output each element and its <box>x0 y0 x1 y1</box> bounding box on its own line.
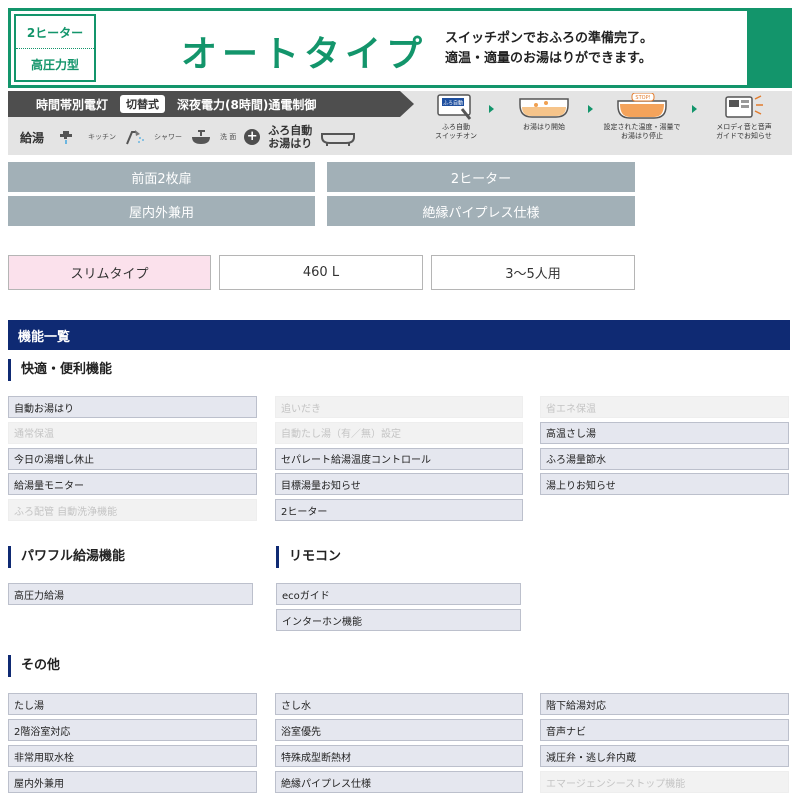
option-slim-type[interactable]: スリムタイプ <box>8 255 211 290</box>
feature-item: 屋内外兼用 <box>8 771 257 793</box>
feature-item: インターホン機能 <box>276 609 521 631</box>
step-2-label: お湯はり開始 <box>523 123 565 131</box>
spec-band: 時間帯別電灯 切替式 深夜電力(8時間)通電制御 給湯 キッチン シャワー 洗 … <box>8 91 792 155</box>
power-plan-right: 深夜電力(8時間)通電制御 <box>177 97 317 112</box>
banner-tag-heater: 2ヒーター <box>26 25 84 40</box>
bathtub-icon <box>320 128 356 146</box>
feature-item: 湯上りお知らせ <box>540 473 789 496</box>
feature-item: セパレート給湯温度コントロール <box>275 447 523 470</box>
step-arrow-icon <box>692 105 697 113</box>
feature-item: ふろ配管 自動洗浄機能 <box>8 499 257 522</box>
step-3-label: 設定された温度・湯量で お湯はり停止 <box>603 123 681 140</box>
banner-tags: 2ヒーター 高圧力型 <box>14 14 96 82</box>
feature-item: 通常保温 <box>8 421 257 444</box>
step-fill-start: お湯はり開始 <box>504 93 584 132</box>
feature-item: ふろ湯量節水 <box>540 447 789 470</box>
banner-stripe <box>747 11 789 85</box>
wash-basin-icon <box>190 128 212 146</box>
section-other-title: その他 <box>8 655 60 677</box>
feature-item: 音声ナビ <box>540 719 789 741</box>
step-arrow-icon <box>588 105 593 113</box>
option-capacity[interactable]: 460 L <box>219 255 423 290</box>
power-plan-left: 時間帯別電灯 <box>36 97 109 112</box>
section-comfort-title: 快適・便利機能 <box>8 359 112 381</box>
remote-button-text: ふろ自動 <box>443 100 463 107</box>
feature-item: 2ヒーター <box>275 499 523 522</box>
attribute-insulated-pipeless: 絶縁パイプレス仕様 <box>327 196 635 226</box>
supply-row: 給湯 キッチン シャワー 洗 面 + ふろ自動 お湯はり <box>20 123 356 151</box>
banner-title: オートタイプ <box>181 34 428 75</box>
option-household-size[interactable]: 3〜5人用 <box>431 255 635 290</box>
feature-item: 減圧弁・逃し弁内蔵 <box>540 745 789 767</box>
feature-item: 高温さし湯 <box>540 421 789 444</box>
supply-label: 給湯 <box>20 130 45 145</box>
remote-notify-icon <box>704 93 784 121</box>
feature-item: 自動たし湯（有／無）設定 <box>275 421 523 444</box>
attribute-front-doors: 前面2枚扉 <box>8 162 315 192</box>
tub-stop-icon: STOP! <box>602 93 682 121</box>
attribute-two-heater: 2ヒーター <box>327 162 635 192</box>
feature-item: 給湯量モニター <box>8 473 257 496</box>
feature-item: 浴室優先 <box>275 719 523 741</box>
step-notify: メロディ音と音声 ガイドでお知らせ <box>704 93 784 141</box>
shower-icon <box>124 128 146 146</box>
step-arrow-icon <box>489 105 494 113</box>
feature-item: エマージェンシーストップ機能 <box>540 771 789 793</box>
auto-fill-label: ふろ自動 お湯はり <box>268 124 312 150</box>
tub-filling-icon <box>504 93 584 121</box>
feature-item: 特殊成型断熱材 <box>275 745 523 767</box>
banner-tag-pressure: 高圧力型 <box>16 48 94 80</box>
feature-item: 自動お湯はり <box>8 396 257 418</box>
auto-fill-line2: お湯はり <box>268 137 313 150</box>
step-1-label: ふろ自動 スイッチオン <box>435 123 477 140</box>
section-remote-title: リモコン <box>276 546 341 568</box>
product-banner: 2ヒーター 高圧力型 オートタイプ スイッチポンでおふろの準備完了。 適温・適量… <box>8 8 792 88</box>
step-switch-on: ふろ自動 ふろ自動 スイッチオン <box>416 93 496 141</box>
auto-fill-steps: ふろ自動 ふろ自動 スイッチオン お湯はり開始 STOP! 設定された温度・湯量で… <box>416 93 776 153</box>
step-4-label: メロディ音と音声 ガイドでお知らせ <box>716 123 772 140</box>
feature-item: 2階浴室対応 <box>8 719 257 741</box>
features-header: 機能一覧 <box>8 320 790 350</box>
banner-tagline: スイッチポンでおふろの準備完了。 適温・適量のお湯はりができます。 <box>445 29 653 69</box>
feature-item: さし水 <box>275 693 523 715</box>
feature-item: ecoガイド <box>276 583 521 605</box>
kitchen-faucet-icon <box>58 128 80 146</box>
section-power-title: パワフル給湯機能 <box>8 546 125 568</box>
stop-text: STOP! <box>635 95 650 101</box>
kitchen-label: キッチン <box>88 133 117 141</box>
feature-item: 非常用取水栓 <box>8 745 257 767</box>
feature-item: 目標湯量お知らせ <box>275 473 523 496</box>
feature-item: たし湯 <box>8 693 257 715</box>
wash-label: 洗 面 <box>220 133 237 141</box>
remote-control-icon: ふろ自動 <box>416 93 496 121</box>
feature-item: 省エネ保温 <box>540 396 789 418</box>
feature-item: 追いだき <box>275 396 523 418</box>
feature-item: 高圧力給湯 <box>8 583 253 605</box>
plus-icon: + <box>244 129 261 145</box>
switch-badge: 切替式 <box>120 95 166 113</box>
banner-tagline-line1: スイッチポンでおふろの準備完了。 <box>445 31 654 46</box>
attribute-indoor-outdoor: 屋内外兼用 <box>8 196 315 226</box>
feature-item: 今日の湯増し休止 <box>8 447 257 470</box>
feature-item: 絶縁パイプレス仕様 <box>275 771 523 793</box>
step-fill-stop: STOP! 設定された温度・湯量で お湯はり停止 <box>602 93 682 141</box>
power-plan-bar: 時間帯別電灯 切替式 深夜電力(8時間)通電制御 <box>8 91 414 117</box>
banner-tagline-line2: 適温・適量のお湯はりができます。 <box>445 51 652 66</box>
auto-fill-line1: ふろ自動 <box>268 124 313 137</box>
feature-item: 階下給湯対応 <box>540 693 789 715</box>
shower-label: シャワー <box>154 133 183 141</box>
